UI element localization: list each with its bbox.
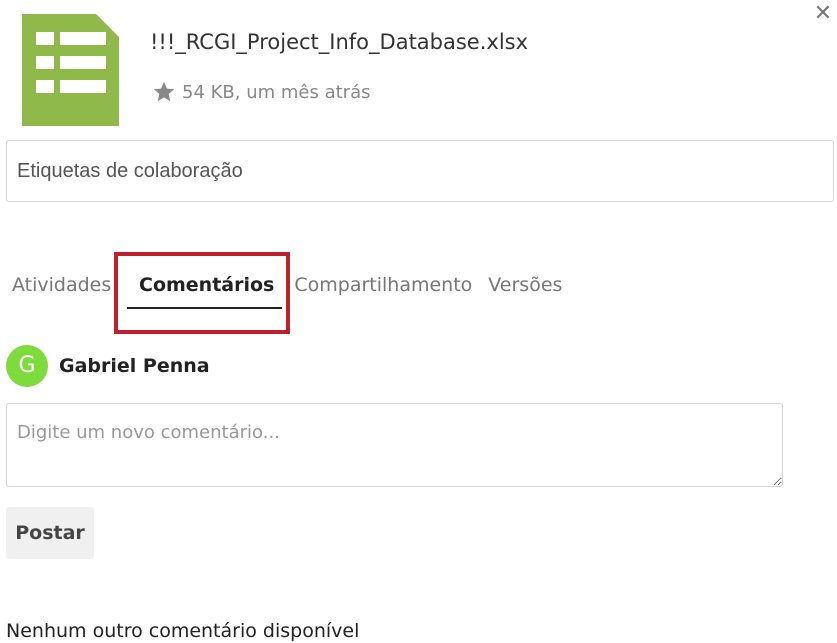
tab-sharing[interactable]: Compartilhamento <box>294 274 472 296</box>
new-comment-textarea[interactable] <box>6 403 783 487</box>
comment-author: G Gabriel Penna <box>6 345 210 387</box>
avatar: G <box>6 345 48 387</box>
post-button[interactable]: Postar <box>6 507 94 559</box>
active-tab-underline <box>127 307 283 309</box>
no-comments-message: Nenhum outro comentário disponível <box>6 620 360 642</box>
close-icon[interactable]: ✕ <box>811 2 835 26</box>
spreadsheet-icon <box>22 14 119 126</box>
collaboration-tags-input[interactable] <box>6 140 834 202</box>
tab-activities[interactable]: Atividades <box>12 274 118 296</box>
user-name: Gabriel Penna <box>59 355 210 377</box>
file-name: !!!_RCGI_Project_Info_Database.xlsx <box>150 30 529 54</box>
tab-comments[interactable]: Comentários <box>127 274 283 309</box>
star-icon[interactable] <box>152 80 176 104</box>
file-meta: 54 KB, um mês atrás <box>152 80 371 104</box>
tab-comments-label: Comentários <box>139 274 275 296</box>
tab-bar: Atividades Comentários Compartilhamento … <box>12 274 562 309</box>
file-size-and-date: 54 KB, um mês atrás <box>182 81 371 103</box>
tab-versions[interactable]: Versões <box>488 274 562 296</box>
